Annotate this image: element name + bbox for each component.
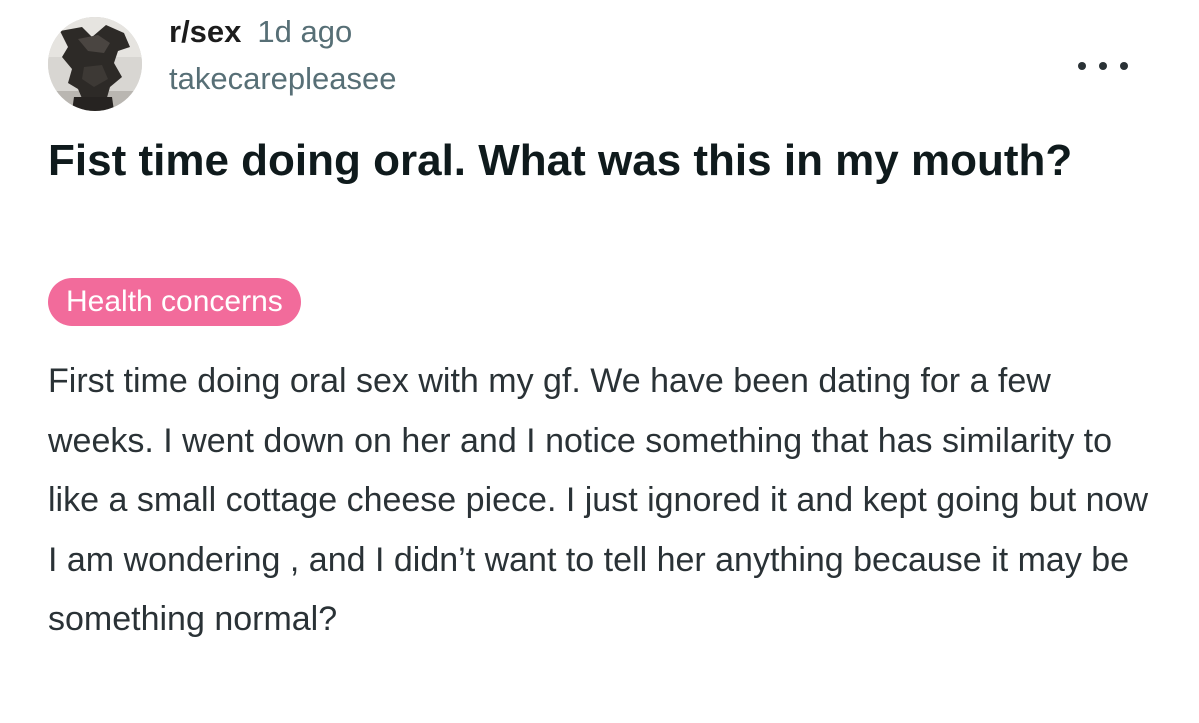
author-username[interactable]: takecarepleasee	[169, 61, 397, 97]
meta-line: r/sex 1d ago	[169, 14, 397, 56]
post-body: First time doing oral sex with my gf. We…	[48, 362, 1149, 638]
subreddit-avatar[interactable]	[48, 17, 142, 111]
subreddit-name[interactable]: r/sex	[169, 14, 241, 50]
post-title[interactable]: Fist time doing oral. What was this in m…	[48, 128, 1158, 194]
post-header: r/sex 1d ago takecarepleasee	[48, 14, 1168, 111]
more-horizontal-icon	[1120, 62, 1128, 70]
post-timestamp: 1d ago	[257, 14, 353, 49]
flair-badge[interactable]: Health concerns	[48, 278, 301, 326]
post-meta: r/sex 1d ago takecarepleasee	[169, 14, 397, 97]
more-options-button[interactable]	[1078, 54, 1128, 78]
post-card: r/sex 1d ago takecarepleasee Fist time d…	[0, 0, 1199, 723]
more-horizontal-icon	[1078, 62, 1086, 70]
statue-avatar-image	[48, 17, 142, 111]
more-horizontal-icon	[1099, 62, 1107, 70]
